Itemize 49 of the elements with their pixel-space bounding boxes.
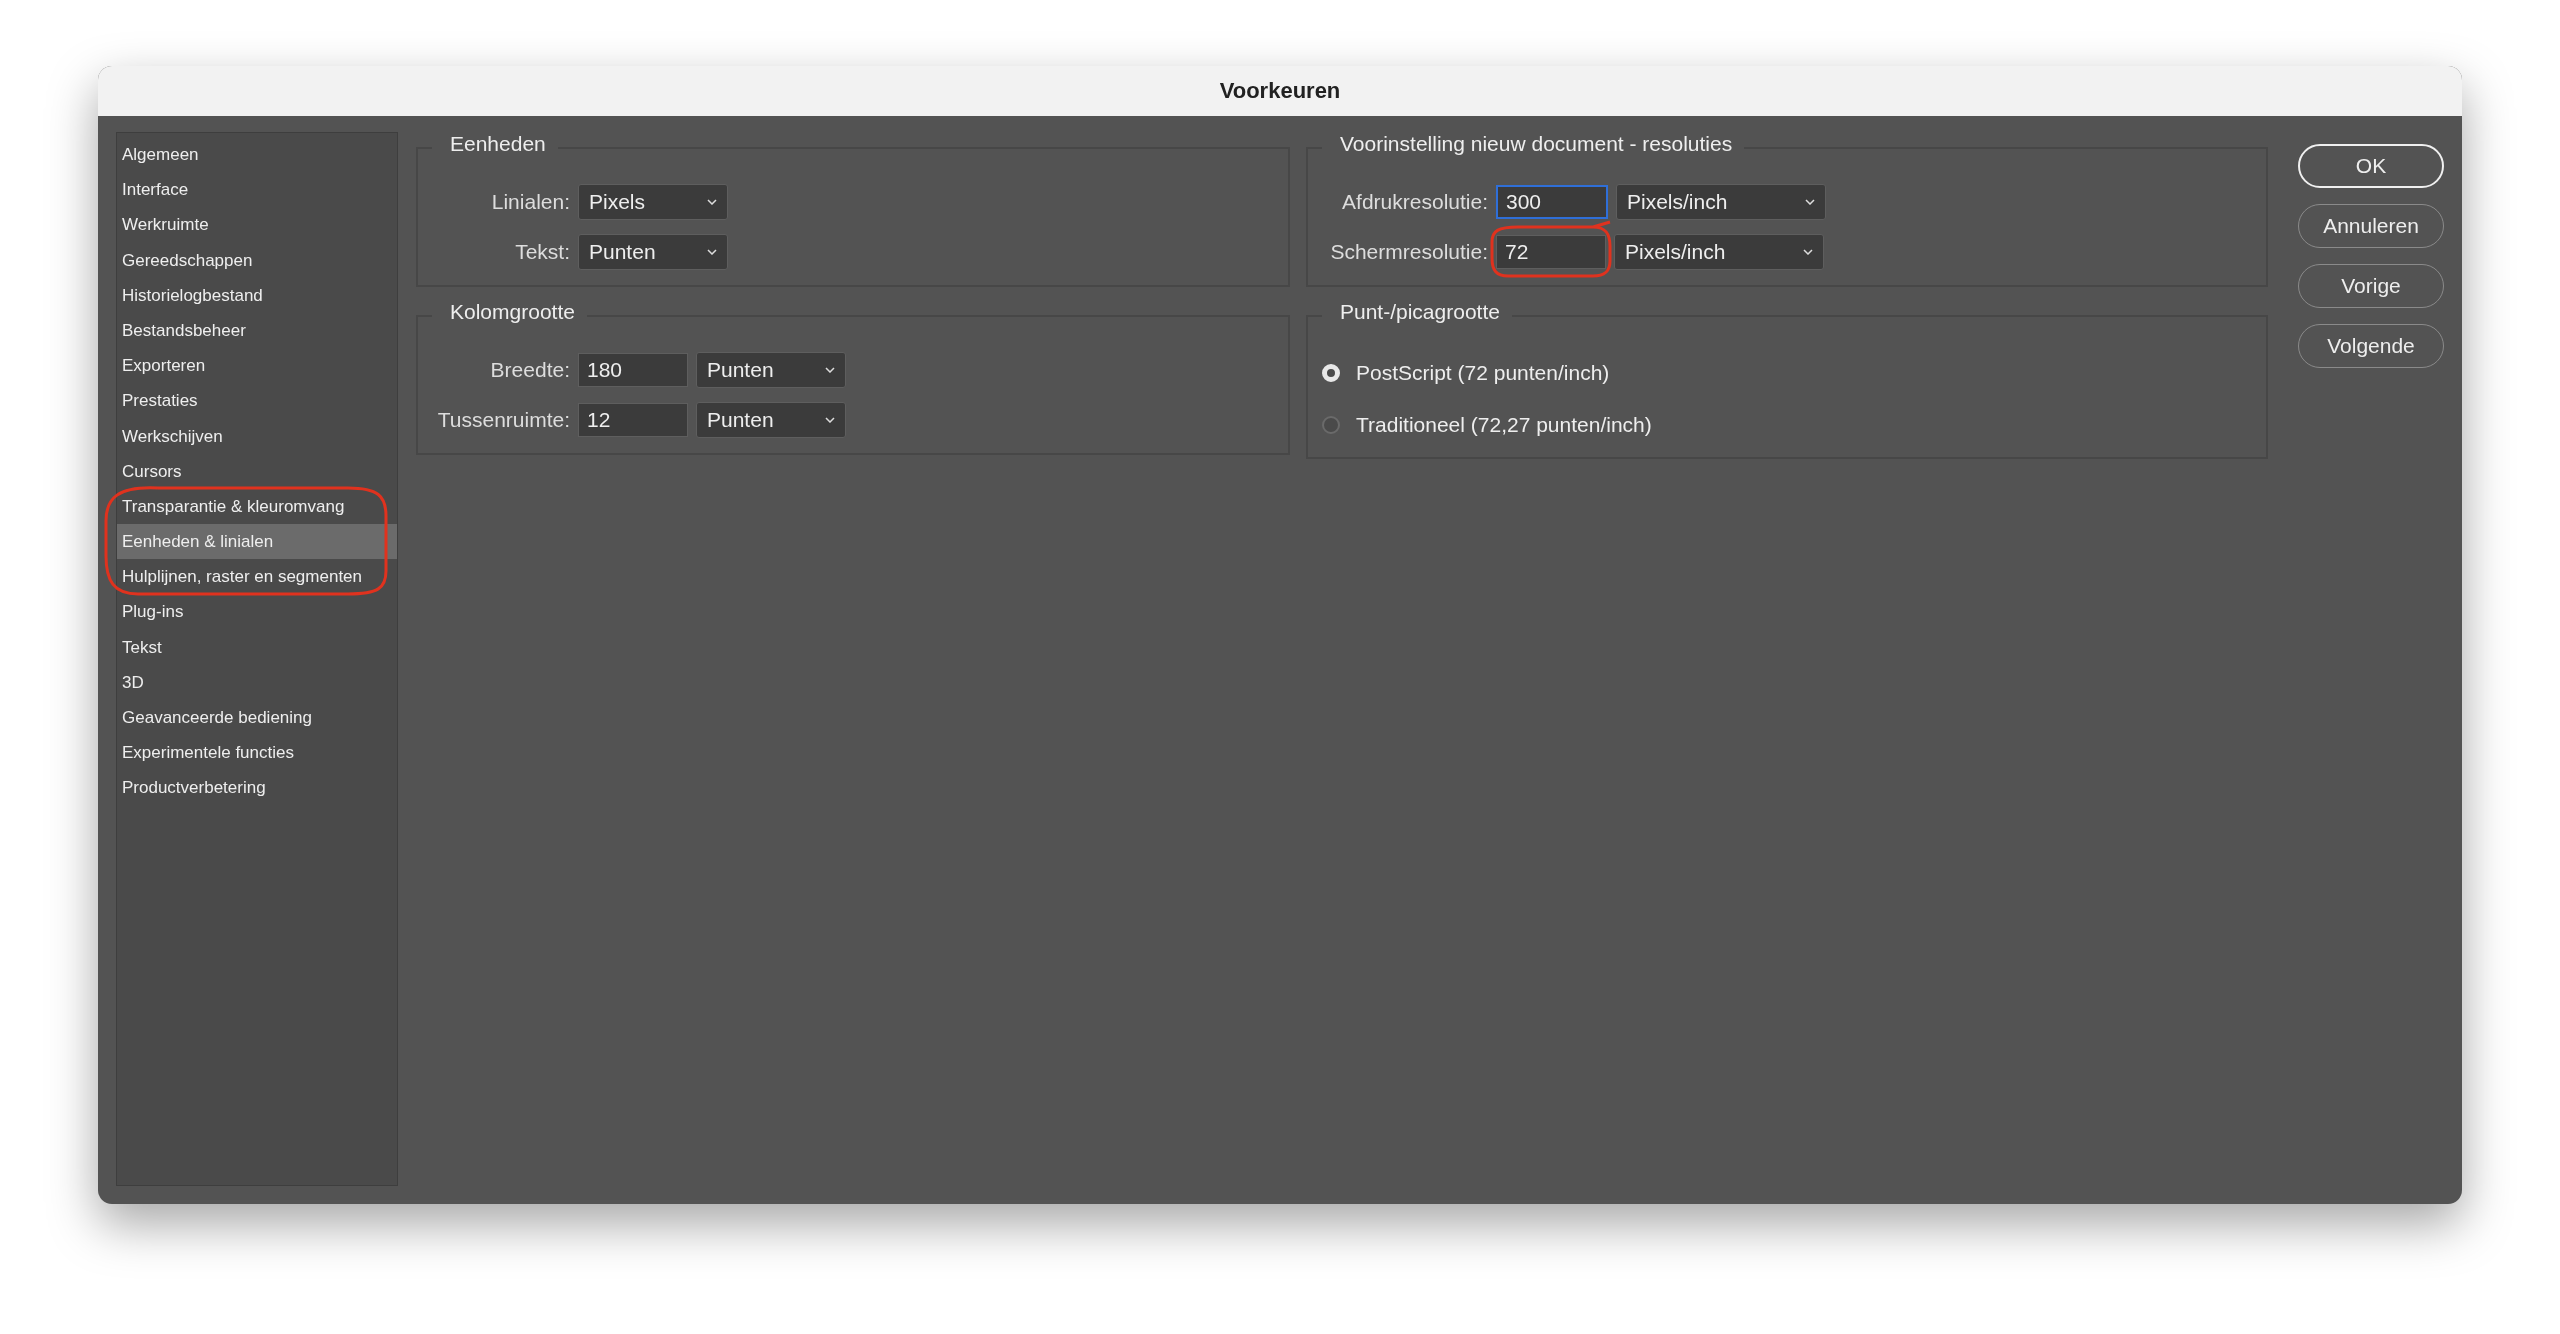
dialog-button[interactable]: Annuleren: [2298, 204, 2444, 248]
dropdown[interactable]: Punten: [578, 234, 728, 270]
field-label: Tussenruimte:: [436, 408, 570, 432]
sidebar-item[interactable]: Tekst: [117, 629, 397, 665]
chevron-down-icon: [707, 199, 717, 205]
input-field[interactable]: 180: [578, 353, 688, 387]
dialog-button[interactable]: Vorige: [2298, 264, 2444, 308]
sidebar-item[interactable]: Experimentele functies: [117, 735, 397, 771]
input-field[interactable]: 300: [1496, 185, 1608, 219]
dialog-button[interactable]: Volgende: [2298, 324, 2444, 368]
dropdown[interactable]: Pixels: [578, 184, 728, 220]
sidebar-item[interactable]: Werkschijven: [117, 418, 397, 454]
radio-label: Traditioneel (72,27 punten/inch): [1356, 413, 1652, 437]
dialog-button[interactable]: OK: [2298, 144, 2444, 188]
window-title: Voorkeuren: [1219, 78, 1341, 104]
sidebar-item[interactable]: Hulplijnen, raster en segmenten: [117, 559, 397, 595]
field-label: Tekst:: [514, 240, 570, 264]
dropdown[interactable]: Pixels/inch: [1616, 184, 1826, 220]
sidebar-item[interactable]: Cursors: [117, 453, 397, 489]
sidebar-item[interactable]: Plug-ins: [117, 594, 397, 630]
dropdown[interactable]: Punten: [696, 352, 846, 388]
sidebar-item[interactable]: Werkruimte: [117, 207, 397, 243]
dropdown[interactable]: Pixels/inch: [1614, 234, 1824, 270]
sidebar-item[interactable]: Geavanceerde bediening: [117, 700, 397, 736]
chevron-down-icon: [825, 417, 835, 423]
sidebar-item[interactable]: Gereedschappen: [117, 242, 397, 278]
chevron-down-icon: [1803, 249, 1813, 255]
field-label: Breedte:: [489, 358, 570, 382]
chevron-down-icon: [707, 249, 717, 255]
field-label: Schermresolutie:: [1329, 240, 1488, 264]
sidebar-item[interactable]: Algemeen: [117, 137, 397, 173]
sidebar-item[interactable]: Bestandsbeheer: [117, 312, 397, 349]
field-label: Linialen:: [490, 190, 570, 214]
field-label: Afdrukresolutie:: [1341, 190, 1488, 214]
sidebar-item[interactable]: Historielogbestand: [117, 277, 397, 313]
sidebar-item[interactable]: Interface: [117, 172, 397, 208]
input-field[interactable]: 72: [1496, 235, 1606, 269]
sidebar-item[interactable]: Productverbetering: [117, 770, 397, 806]
radio-label: PostScript (72 punten/inch): [1356, 361, 1610, 385]
sidebar-item[interactable]: 3D: [117, 664, 397, 700]
chevron-down-icon: [1805, 199, 1815, 205]
sidebar-item[interactable]: Exporteren: [117, 348, 397, 384]
dropdown[interactable]: Punten: [696, 402, 846, 438]
radio-button[interactable]: [1322, 416, 1340, 434]
chevron-down-icon: [825, 367, 835, 373]
input-field[interactable]: 12: [578, 403, 688, 437]
sidebar-item[interactable]: Transparantie & kleuromvang: [117, 488, 397, 525]
sidebar-item[interactable]: Prestaties: [117, 383, 397, 419]
sidebar-item[interactable]: Eenheden & linialen: [117, 524, 397, 560]
